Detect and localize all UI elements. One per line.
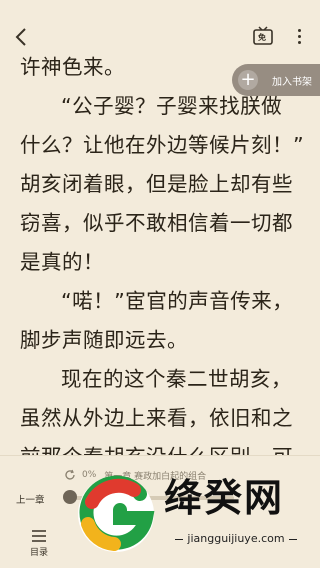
free-reading-button[interactable]: 免 [252, 24, 274, 46]
watermark-url: jiangguijiuye.com [160, 532, 312, 545]
site-logo-icon [78, 475, 155, 552]
text-line: 是真的！ [20, 250, 104, 274]
free-badge-text: 免 [258, 33, 266, 42]
text-line: 现在的这个秦二世胡亥， [61, 367, 292, 391]
more-dot [297, 40, 301, 44]
chevron-left-icon [15, 28, 26, 46]
more-button[interactable] [292, 24, 306, 48]
add-to-shelf-button[interactable]: + 加入书架 [232, 64, 320, 96]
add-to-shelf-label: 加入书架 [272, 76, 312, 88]
text-line: 脚步声随即远去。 [20, 328, 188, 352]
plus-icon: + [238, 70, 258, 90]
text-line: “喏！”宦官的声音传来， [61, 289, 294, 313]
text-line: 虽然从外边上来看，依旧和之 [20, 406, 293, 430]
toc-button[interactable]: 目录 [24, 530, 54, 558]
list-icon [32, 530, 46, 542]
more-dot [297, 28, 301, 32]
text-line: 窃喜，似乎不敢相信着一切都 [20, 211, 293, 235]
text-line: 胡亥闭着眼，但是脸上却有些 [20, 172, 293, 196]
text-line: 什么？让他在外边等候片刻！” [20, 133, 305, 157]
chapter-text: 许神色来。 “公子婴？子婴来找朕做 什么？让他在外边等候片刻！” 胡亥闭着眼，但… [20, 48, 310, 477]
more-dot [297, 34, 301, 38]
prev-chapter-button[interactable]: 上一章 [16, 492, 45, 506]
toc-label: 目录 [29, 548, 48, 558]
site-watermark: 绛癸网 jiangguijiuye.com [68, 466, 316, 566]
watermark-title: 绛癸网 [164, 476, 285, 520]
